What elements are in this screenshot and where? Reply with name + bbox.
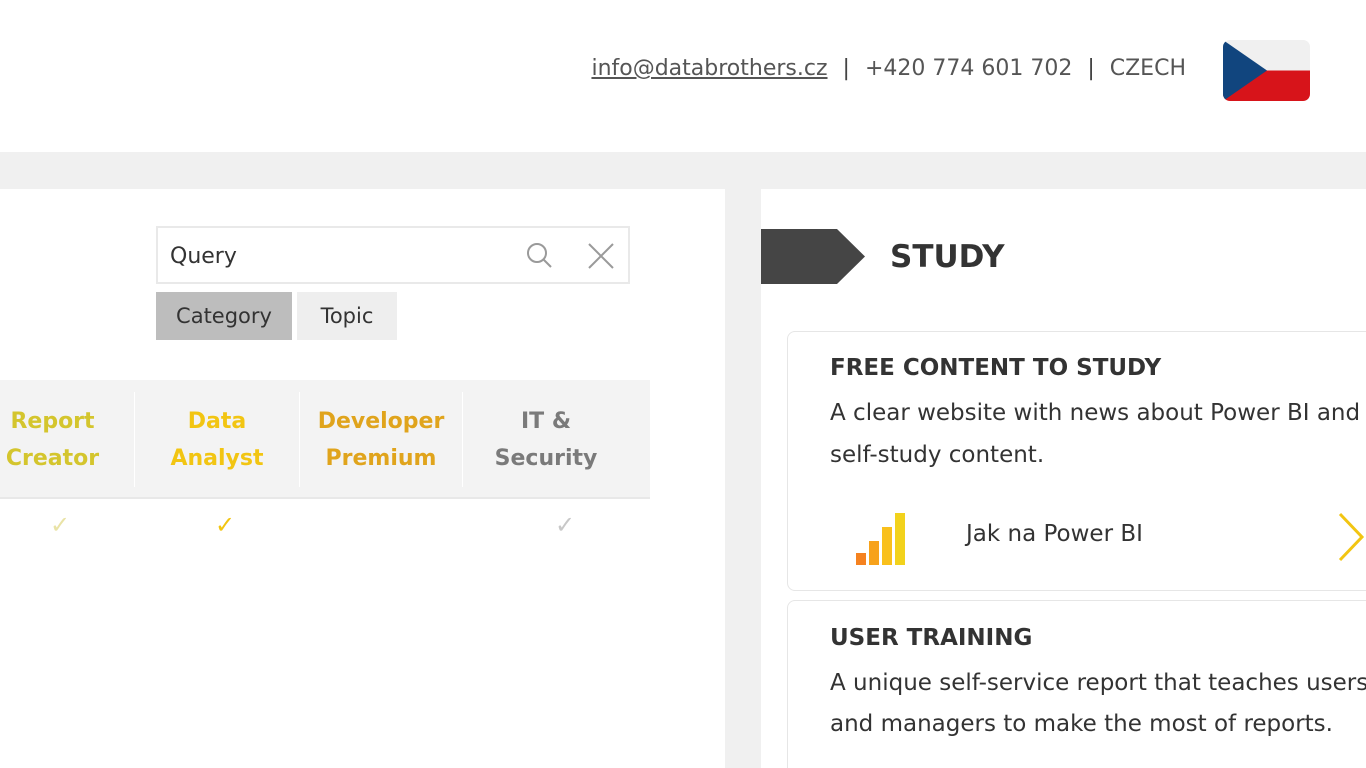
card-description: A clear website with news about Power BI…: [830, 400, 1366, 426]
language-label[interactable]: CZECH: [1110, 56, 1186, 81]
filter-panel: Category Topic Report Creator Data Analyst…: [0, 189, 725, 768]
roles-header: Report Creator Data Analyst Developer Premi…: [0, 380, 650, 497]
card-title: FREE CONTENT TO STUDY: [830, 355, 1162, 381]
study-link[interactable]: Jak na Power BI: [788, 497, 1366, 577]
role-label: Report: [10, 408, 95, 434]
study-panel: STUDY FREE CONTENT TO STUDY A clear webs…: [761, 189, 1366, 768]
search-box: [156, 226, 630, 284]
search-icon[interactable]: [525, 241, 555, 271]
column-gutter: [725, 189, 761, 768]
site-header: info@databrothers.cz | +420 774 601 702 …: [0, 0, 1366, 152]
section-arrow-icon: [761, 229, 865, 284]
chevron-right-icon[interactable]: [1336, 512, 1366, 562]
czech-flag-icon[interactable]: [1223, 40, 1310, 101]
divider: [0, 497, 650, 499]
link-label[interactable]: Jak na Power BI: [966, 521, 1143, 547]
separator: |: [1087, 56, 1095, 81]
check-icon: ✓: [554, 511, 576, 539]
role-label: Data: [187, 408, 247, 434]
role-developer-premium[interactable]: Developer Premium: [300, 392, 462, 487]
email-link[interactable]: info@databrothers.cz: [591, 56, 827, 81]
study-card: FREE CONTENT TO STUDY A clear website wi…: [787, 331, 1366, 591]
role-report-creator[interactable]: Report Creator: [0, 392, 105, 487]
close-icon[interactable]: [586, 241, 616, 271]
role-label: Analyst: [170, 445, 264, 471]
tab-topic[interactable]: Topic: [297, 292, 397, 340]
bar-chart-icon: [856, 513, 905, 565]
check-icon: ✓: [49, 511, 71, 539]
separator: |: [842, 56, 850, 81]
check-icon: ✓: [214, 511, 236, 539]
phone-number[interactable]: +420 774 601 702: [865, 56, 1072, 81]
card-description: self-study content.: [830, 442, 1045, 468]
card-description: A unique self-service report that teache…: [830, 670, 1366, 696]
role-data-analyst[interactable]: Data Analyst: [135, 392, 299, 487]
search-input[interactable]: [170, 238, 500, 274]
section-title: STUDY: [890, 239, 1005, 275]
contact-bar: info@databrothers.cz | +420 774 601 702 …: [591, 56, 1186, 81]
role-it-security[interactable]: IT & Security: [463, 392, 629, 487]
study-card: USER TRAINING A unique self-service repo…: [787, 600, 1366, 768]
role-label: IT &: [520, 408, 572, 434]
role-label: Developer: [317, 408, 445, 434]
role-label: Security: [494, 445, 598, 471]
role-label: Creator: [5, 445, 100, 471]
tab-category[interactable]: Category: [156, 292, 292, 340]
role-label: Premium: [325, 445, 437, 471]
card-description: and managers to make the most of reports…: [830, 711, 1333, 737]
card-title: USER TRAINING: [830, 625, 1033, 651]
